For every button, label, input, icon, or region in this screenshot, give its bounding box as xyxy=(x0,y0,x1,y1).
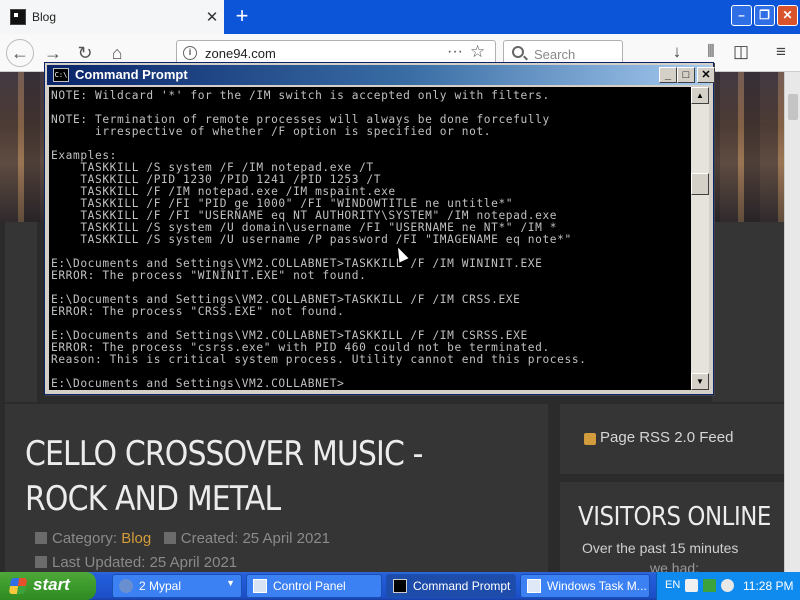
taskbar-item-label: Command Prompt xyxy=(413,579,511,593)
page-right-panel xyxy=(712,222,784,402)
download-icon[interactable]: ↓ xyxy=(666,42,688,62)
visitors-card: VISITORS ONLINE Over the past 15 minutes… xyxy=(560,482,784,572)
start-button[interactable]: start xyxy=(0,572,96,600)
console-line: TASKKILL /S system /U username /P passwo… xyxy=(51,233,572,246)
command-prompt-window[interactable]: C:\ Command Prompt _ □ ✕ NOTE: Wildcard … xyxy=(44,62,715,395)
tab-blog[interactable]: Blog ✕ xyxy=(0,0,224,34)
page-scrollbar[interactable] xyxy=(784,72,800,572)
cmd-scrollbar[interactable]: ▲ ▼ xyxy=(691,87,709,390)
cmd-maximize-button[interactable]: □ xyxy=(677,67,695,83)
console-text: NOTE: Wildcard '*' for the /IM switch is… xyxy=(51,90,587,390)
console-line: E:\Documents and Settings\VM2.COLLABNET> xyxy=(51,377,345,390)
cmd-close-button[interactable]: ✕ xyxy=(697,67,715,83)
browser-minimize-button[interactable]: – xyxy=(731,5,752,26)
mypal-icon xyxy=(119,579,133,593)
back-icon[interactable]: ← xyxy=(6,39,34,67)
taskbar-item-label: Control Panel xyxy=(273,579,346,593)
page-left-panel xyxy=(5,222,37,402)
page-scrollbar-thumb[interactable] xyxy=(788,94,798,120)
bookmark-star-icon[interactable]: ☆ xyxy=(470,42,485,62)
browser-close-button[interactable]: ✕ xyxy=(777,5,798,26)
language-indicator[interactable]: EN xyxy=(665,579,680,591)
search-icon xyxy=(512,46,524,58)
visitors-subtitle: Over the past 15 minutes xyxy=(582,540,739,556)
browser-maximize-button[interactable]: ❐ xyxy=(754,5,775,26)
network-icon[interactable] xyxy=(685,579,698,592)
visitors-title: VISITORS ONLINE xyxy=(578,502,771,532)
library-icon[interactable]: ⫴ xyxy=(700,42,722,62)
console-line: ERROR: The process "CRSS.EXE" not found. xyxy=(51,305,345,318)
rss-card: Page RSS 2.0 Feed xyxy=(560,404,784,474)
rss-icon xyxy=(584,433,596,445)
cmd-icon xyxy=(393,579,407,593)
tab-title: Blog xyxy=(32,10,57,24)
article-card: CELLO CROSSOVER MUSIC - ROCK AND METAL C… xyxy=(5,404,548,572)
folder-icon xyxy=(35,532,47,544)
volume-icon[interactable] xyxy=(721,579,734,592)
browser-tabstrip: Blog ✕ + – ❐ ✕ xyxy=(0,0,800,34)
cmd-icon[interactable]: C:\ xyxy=(53,68,69,82)
article-meta-updated: Last Updated: 25 April 2021 xyxy=(35,554,237,571)
taskbar-item-task-manager[interactable]: Windows Task M... xyxy=(520,574,650,598)
cmd-minimize-button[interactable]: _ xyxy=(659,67,677,83)
info-icon[interactable]: i xyxy=(183,46,197,60)
last-updated-date: Last Updated: 25 April 2021 xyxy=(52,554,238,571)
article-meta: Category: Blog Created: 25 April 2021 xyxy=(35,530,330,547)
control-panel-icon xyxy=(253,579,267,593)
visitors-subtitle-2: we had: xyxy=(650,560,700,572)
start-label: start xyxy=(33,575,70,594)
taskbar-item-label: 2 Mypal xyxy=(139,579,182,593)
console-output[interactable]: NOTE: Wildcard '*' for the /IM switch is… xyxy=(49,87,691,390)
created-date: Created: 25 April 2021 xyxy=(180,530,331,547)
cmd-title: Command Prompt xyxy=(75,67,188,82)
calendar-icon xyxy=(35,556,47,568)
rss-link[interactable]: Page RSS 2.0 Feed xyxy=(600,429,733,446)
console-line: irrespective of whether /F option is spe… xyxy=(51,125,492,138)
cmd-scrollbar-thumb[interactable] xyxy=(691,173,709,195)
search-placeholder: Search xyxy=(534,47,576,62)
taskbar-item-mypal[interactable]: 2 Mypal ▼ xyxy=(112,574,242,598)
console-line: Reason: This is critical system process.… xyxy=(51,353,587,366)
task-manager-icon xyxy=(527,579,541,593)
console-line: ERROR: The process "WININIT.EXE" not fou… xyxy=(51,269,367,282)
taskbar-item-control-panel[interactable]: Control Panel xyxy=(246,574,382,598)
chevron-down-icon: ▼ xyxy=(226,578,235,588)
sidebar-icon[interactable]: ◫ xyxy=(730,42,752,62)
tray-app-icon[interactable] xyxy=(703,579,716,592)
system-tray: EN 11:28 PM xyxy=(656,572,800,600)
taskbar-item-command-prompt[interactable]: Command Prompt xyxy=(386,574,516,598)
windows-logo-icon xyxy=(8,578,28,594)
site-favicon-icon xyxy=(10,9,26,25)
category-link[interactable]: Blog xyxy=(121,530,151,547)
calendar-icon xyxy=(163,532,176,544)
article-title[interactable]: CELLO CROSSOVER MUSIC - ROCK AND METAL xyxy=(25,432,465,522)
taskbar: start 2 Mypal ▼ Control Panel Command Pr… xyxy=(0,572,800,600)
cmd-titlebar[interactable]: C:\ Command Prompt _ □ ✕ xyxy=(47,65,715,85)
taskbar-item-label: Windows Task M... xyxy=(547,579,647,593)
clock[interactable]: 11:28 PM xyxy=(743,579,793,593)
new-tab-button[interactable]: + xyxy=(228,3,256,31)
menu-icon[interactable]: ≡ xyxy=(770,42,792,62)
scroll-down-icon[interactable]: ▼ xyxy=(691,373,709,390)
scroll-up-icon[interactable]: ▲ xyxy=(691,87,709,104)
page-actions-icon[interactable]: ··· xyxy=(447,43,463,61)
console-line: NOTE: Wildcard '*' for the /IM switch is… xyxy=(51,89,550,102)
url-text[interactable]: zone94.com xyxy=(205,46,276,61)
tab-close-button[interactable]: ✕ xyxy=(200,8,224,26)
category-label: Category: xyxy=(52,530,122,547)
